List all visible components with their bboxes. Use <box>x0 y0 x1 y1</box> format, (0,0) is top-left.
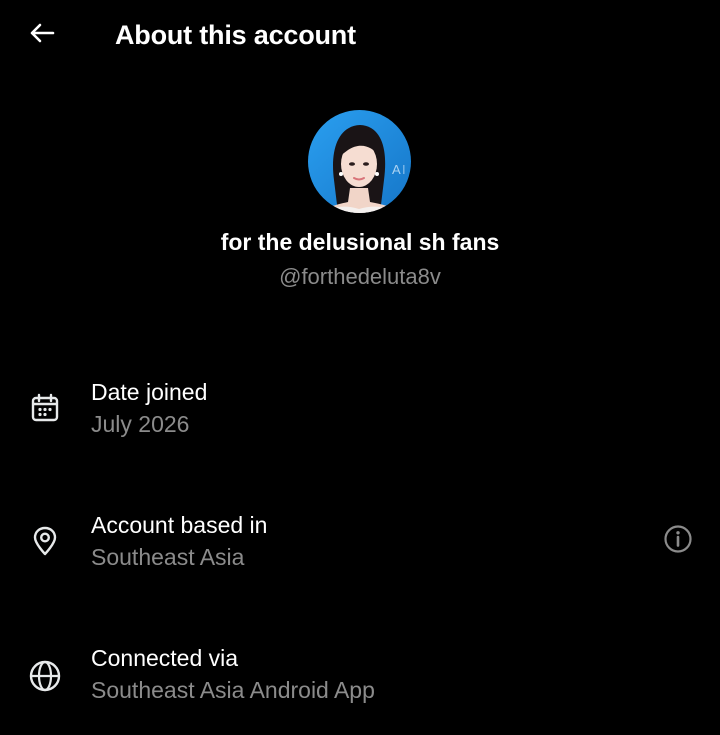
username-handle: @forthedeluta8v <box>279 264 441 289</box>
info-row-date-joined: Date joined July 2026 <box>0 377 720 457</box>
connected-via-value: Southeast Asia Android App <box>91 677 375 703</box>
info-row-account-based-in: Account based in Southeast Asia <box>0 510 720 590</box>
info-row-connected-via: Connected via Southeast Asia Android App <box>0 643 720 723</box>
info-button[interactable] <box>660 523 696 559</box>
location-pin-icon <box>25 521 65 561</box>
date-joined-value: July 2026 <box>91 411 190 437</box>
page-title: About this account <box>115 20 356 50</box>
date-joined-label: Date joined <box>91 379 208 405</box>
info-icon <box>663 524 693 559</box>
account-based-in-value: Southeast Asia <box>91 544 245 570</box>
account-based-in-label: Account based in <box>91 512 268 538</box>
display-name: for the delusional sh fans <box>220 229 500 255</box>
arrow-left-icon <box>29 22 55 49</box>
avatar[interactable]: A I <box>308 110 411 213</box>
globe-icon <box>25 656 65 696</box>
svg-text:A: A <box>392 162 401 177</box>
calendar-icon <box>25 388 65 428</box>
back-button[interactable] <box>22 18 62 52</box>
connected-via-label: Connected via <box>91 645 239 671</box>
top-bar: About this account <box>0 0 720 70</box>
svg-text:I: I <box>402 162 406 177</box>
